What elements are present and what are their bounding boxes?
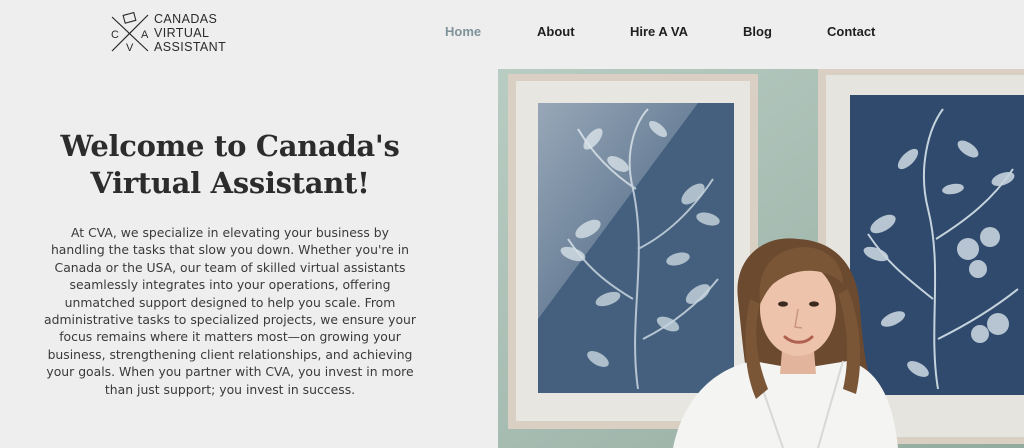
- hero-headline: Welcome to Canada's Virtual Assistant!: [40, 128, 420, 202]
- nav-hire-a-va-link[interactable]: Hire A VA: [630, 24, 688, 39]
- site-header: C A V CANADAS VIRTUAL ASSISTANT Home Abo…: [0, 0, 1024, 68]
- hero-photo-illustration: [498, 69, 1024, 448]
- nav-contact-link[interactable]: Contact: [827, 24, 875, 39]
- hero-paragraph: At CVA, we specialize in elevating your …: [40, 224, 420, 398]
- nav-home-link[interactable]: Home: [445, 24, 481, 39]
- hero-photo: [498, 69, 1024, 448]
- nav-blog-link[interactable]: Blog: [743, 24, 772, 39]
- hero-headline-line-1: Welcome to Canada's: [60, 129, 400, 163]
- hero-paragraph-1: At CVA, we specialize in elevating your …: [50, 225, 410, 310]
- main-nav: Home About Hire A VA Blog Contact: [0, 24, 1024, 44]
- hero-text-block: Welcome to Canada's Virtual Assistant! A…: [40, 128, 420, 398]
- nav-about-link[interactable]: About: [537, 24, 575, 39]
- hero-headline-line-2: Virtual Assistant!: [90, 166, 370, 200]
